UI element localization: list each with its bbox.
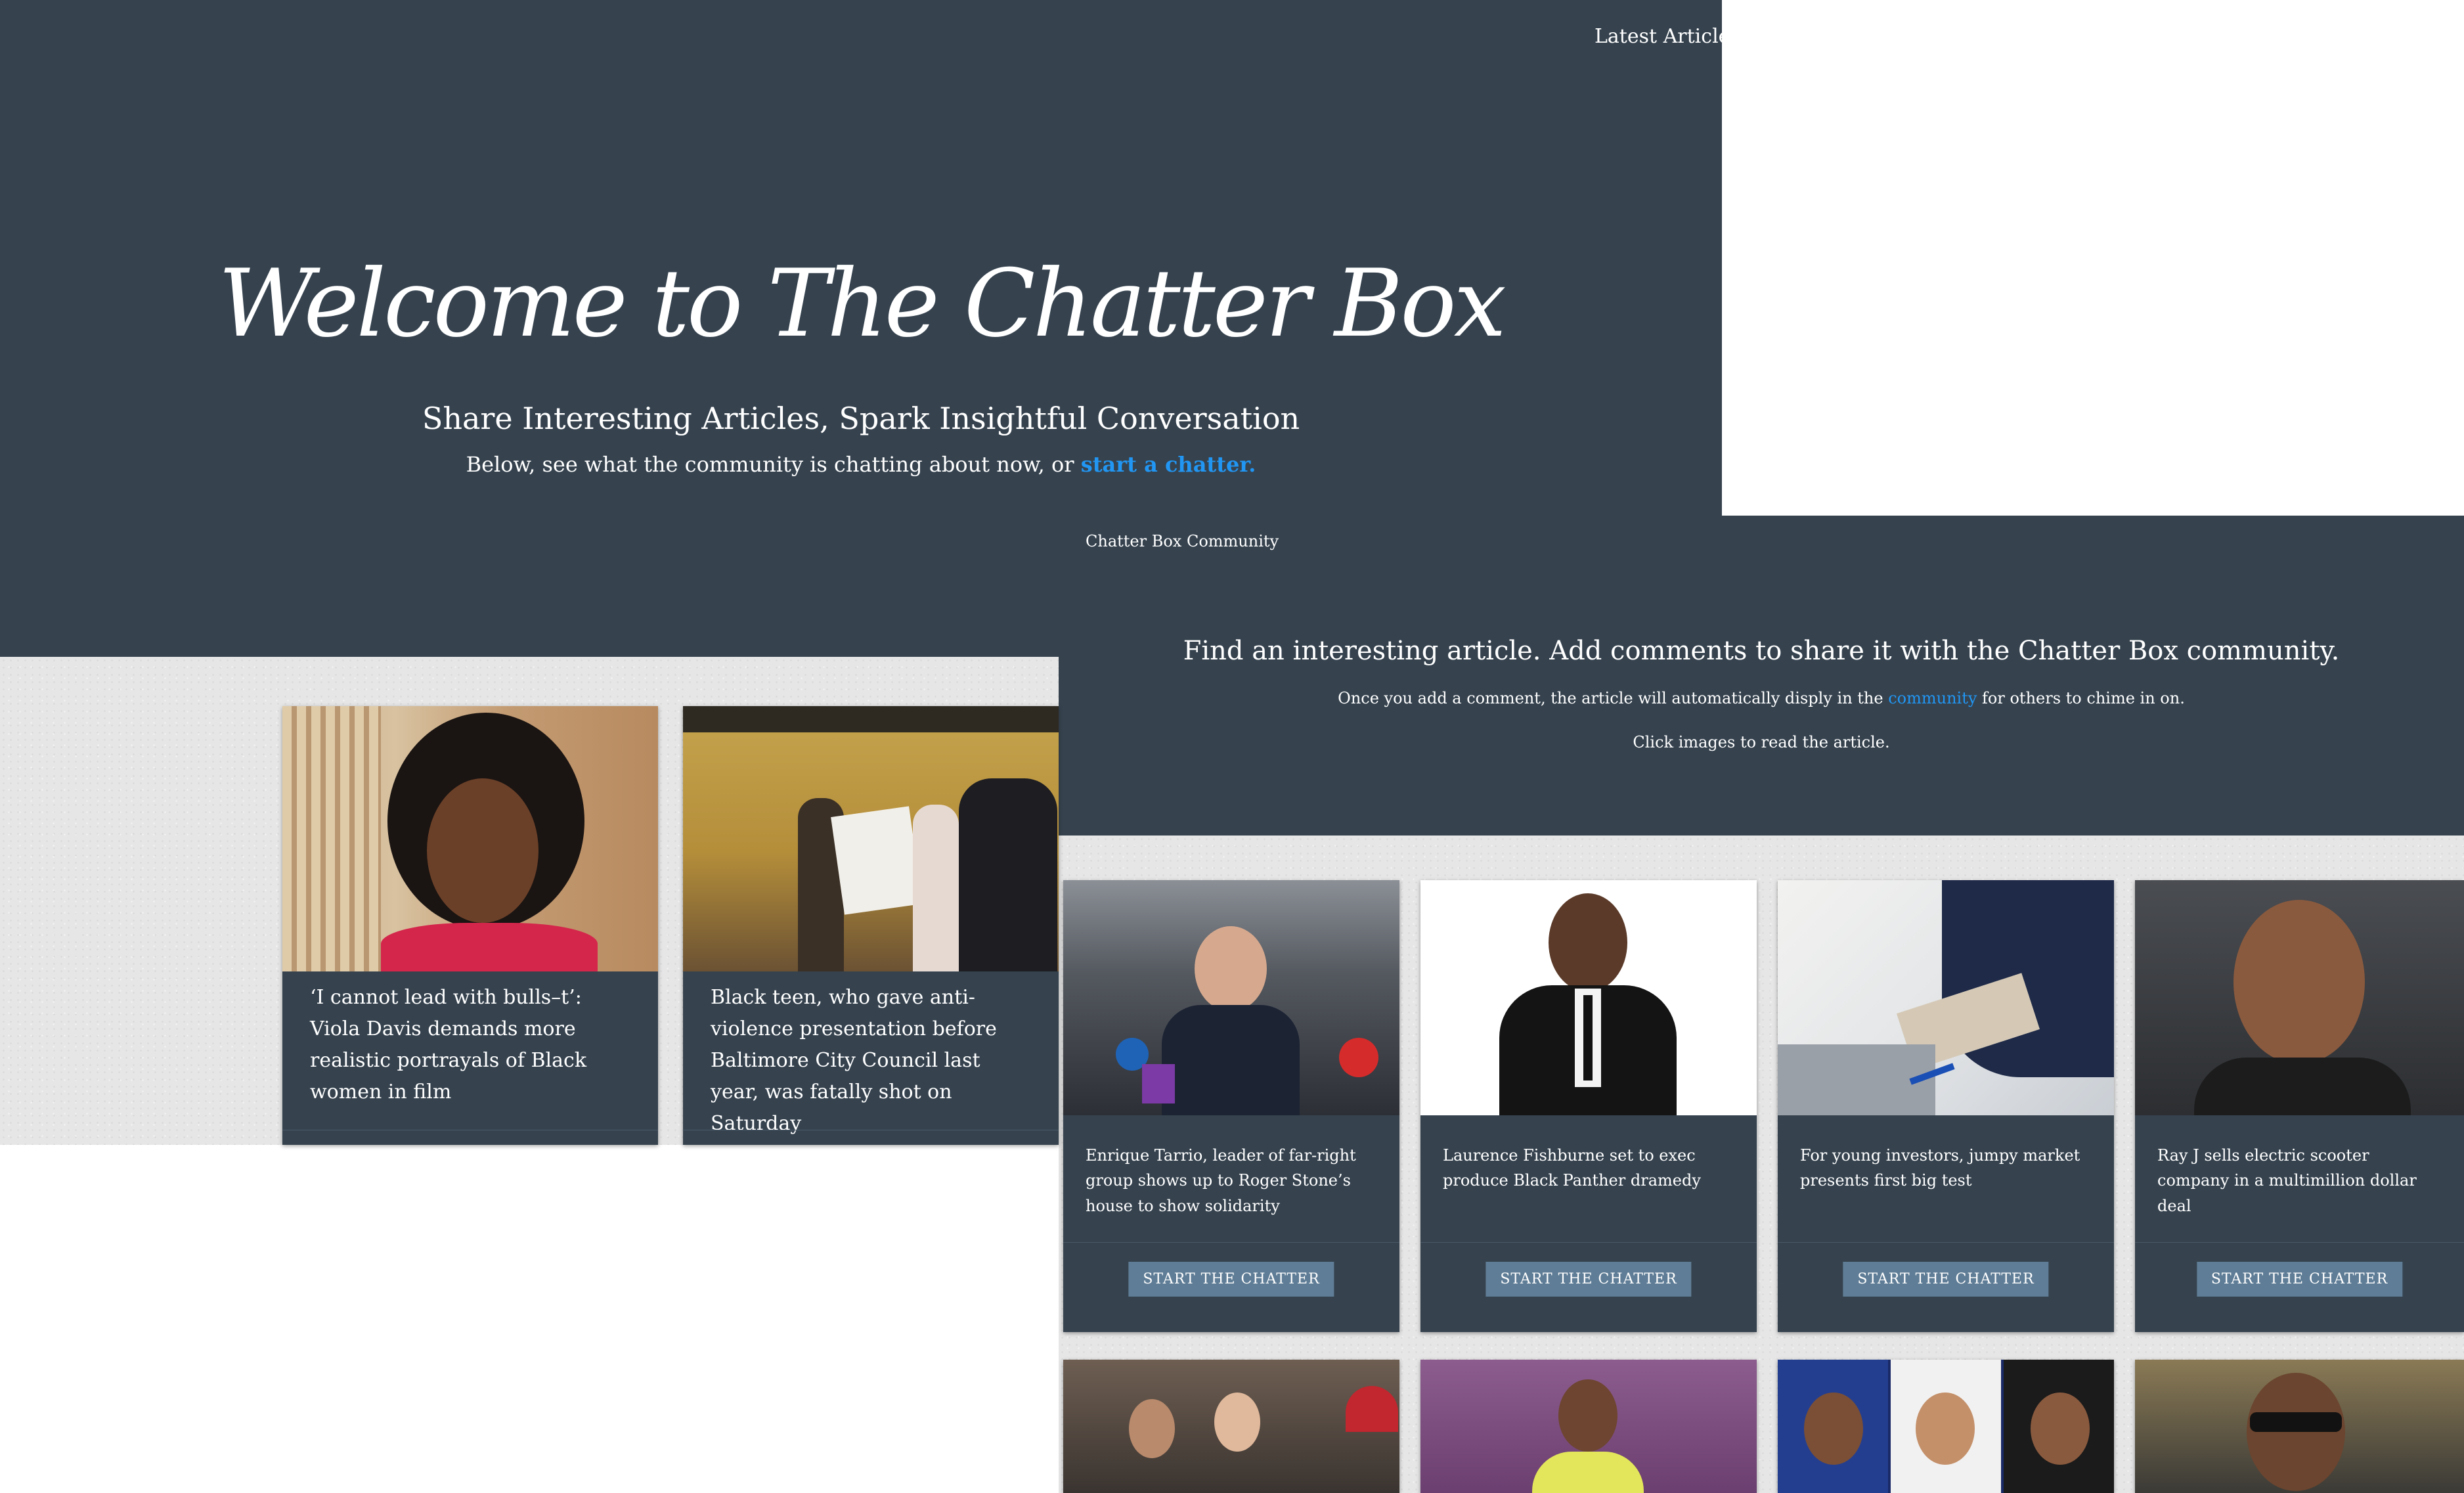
poster-shape (831, 806, 923, 915)
face-shape (2031, 1393, 2090, 1465)
start-chatter-button[interactable]: START THE CHATTER (1843, 1262, 2049, 1297)
face-shape (1549, 893, 1627, 992)
article-image-michelle-obama[interactable] (1420, 1360, 1757, 1493)
article-image-baltimore-teen[interactable] (683, 706, 1059, 971)
article-caption: For young investors, jumpy market presen… (1800, 1146, 2080, 1190)
community-link[interactable]: community (1888, 689, 1977, 707)
microphone-purple (1142, 1064, 1175, 1103)
face-shape (2247, 1373, 2345, 1491)
start-chatter-link[interactable]: start a chatter. (1081, 452, 1256, 477)
card-divider (1420, 1242, 1757, 1243)
article-caption: Enrique Tarrio, leader of far-right grou… (1086, 1146, 1356, 1215)
article-caption: Laurence Fishburne set to exec produce B… (1443, 1146, 1701, 1190)
dress-shape (1532, 1452, 1644, 1493)
person-right (959, 778, 1057, 971)
latest-card-row2[interactable] (2135, 1360, 2464, 1493)
person-middle (913, 805, 959, 971)
community-card[interactable]: ‘I cannot lead with bulls–t’: Viola Davi… (282, 706, 658, 1145)
latest-card-row2[interactable] (1063, 1360, 1399, 1493)
nav-latest-articles[interactable]: Latest Articles (1595, 25, 1740, 48)
face-shape (2233, 900, 2365, 1064)
face-shape (427, 778, 539, 923)
article-image-three-women[interactable] (1778, 1360, 2114, 1493)
article-image-viola-davis[interactable] (282, 706, 658, 971)
microphone-red (1339, 1038, 1378, 1077)
click-images-hint: Click images to read the article. (1633, 733, 1890, 751)
article-image-press-crowd[interactable] (1063, 880, 1399, 1115)
face-shape (1916, 1393, 1975, 1465)
start-chatter-button[interactable]: START THE CHATTER (1128, 1262, 1334, 1297)
curtain-stripes (282, 706, 381, 971)
card-divider (1778, 1242, 2114, 1243)
find-article-instructions: Once you add a comment, the article will… (1059, 689, 2464, 707)
suit-shape (1162, 1005, 1300, 1115)
hero-subtitle: Share Interesting Articles, Spark Insigh… (422, 401, 1300, 436)
community-section-label: Chatter Box Community (1086, 532, 1279, 550)
article-image-royals[interactable] (1063, 1360, 1399, 1493)
face-shape (1214, 1393, 1260, 1452)
tie-shape (1583, 995, 1593, 1081)
latest-card-row2[interactable] (1420, 1360, 1757, 1493)
wall-panel (683, 706, 1059, 732)
hero-tagline: Below, see what the community is chattin… (0, 452, 1722, 477)
article-image-man-sunglasses[interactable] (2135, 1360, 2464, 1493)
dress-shape (381, 923, 598, 971)
hat-shape (1346, 1386, 1398, 1432)
latest-card[interactable]: For young investors, jumpy market presen… (1778, 880, 2114, 1332)
community-card[interactable]: Black teen, who gave anti-violence prese… (683, 706, 1059, 1145)
face-shape (1558, 1379, 1617, 1452)
card-divider (1063, 1242, 1399, 1243)
sunglasses-shape (2250, 1412, 2342, 1432)
hero-tagline-text: Below, see what the community is chattin… (466, 452, 1081, 477)
find-article-title: Find an interesting article. Add comment… (1183, 636, 2340, 666)
article-image-ray-j[interactable] (2135, 880, 2464, 1115)
article-caption: Ray J sells electric scooter company in … (2157, 1146, 2417, 1215)
latest-card-row2[interactable] (1778, 1360, 2114, 1493)
article-caption: Black teen, who gave anti-violence prese… (711, 986, 997, 1135)
latest-card[interactable]: Laurence Fishburne set to exec produce B… (1420, 880, 1757, 1332)
face-shape (1195, 926, 1267, 1012)
shirt-shape (2194, 1058, 2411, 1115)
article-caption: ‘I cannot lead with bulls–t’: Viola Davi… (310, 986, 587, 1103)
instructions-text-start: Once you add a comment, the article will… (1338, 689, 1889, 707)
face-shape (1804, 1393, 1863, 1465)
start-chatter-button[interactable]: START THE CHATTER (2196, 1262, 2403, 1297)
latest-card[interactable]: Enrique Tarrio, leader of far-right grou… (1063, 880, 1399, 1332)
instructions-text-end: for others to chime in on. (1977, 689, 2185, 707)
page-title: Welcome to The Chatter Box (218, 250, 1507, 358)
face-shape (1129, 1399, 1175, 1458)
latest-card[interactable]: Ray J sells electric scooter company in … (2135, 880, 2464, 1332)
card-divider (2135, 1242, 2464, 1243)
article-image-investor-cash[interactable] (1778, 880, 2114, 1115)
start-chatter-button[interactable]: START THE CHATTER (1485, 1262, 1692, 1297)
hero-blank-area (1722, 0, 2464, 516)
article-image-laurence-fishburne[interactable] (1420, 880, 1757, 1115)
